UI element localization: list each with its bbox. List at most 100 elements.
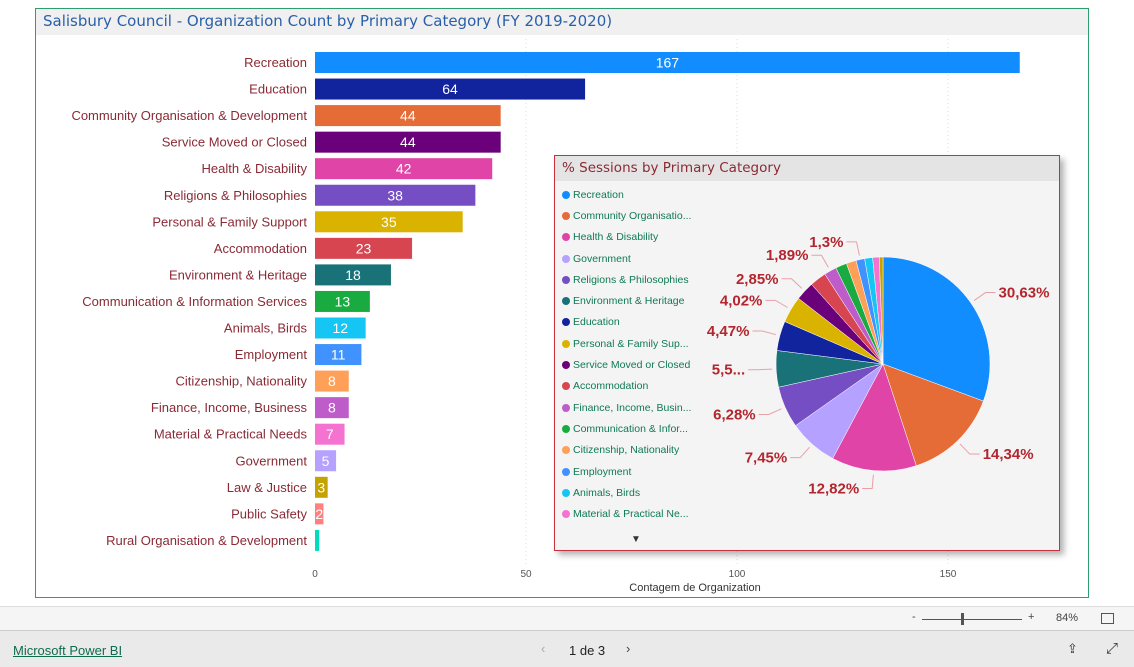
legend-dot-icon (562, 467, 570, 476)
category-label: Health & Disability (202, 161, 308, 176)
footer: Microsoft Power BI ‹ 1 de 3 › ⇪ ⤢ (0, 631, 1134, 667)
share-icon[interactable]: ⇪ (1067, 641, 1078, 657)
pie-data-label: 14,34% (983, 446, 1034, 463)
legend-item[interactable]: Employment (562, 461, 691, 482)
legend-dot-icon (562, 275, 570, 284)
pie-data-label: 7,45% (745, 450, 788, 467)
pie-data-label: 1,89% (766, 247, 809, 264)
bar-data-label: 2 (315, 506, 323, 522)
leader-line (862, 474, 874, 490)
pie-data-label: 4,02% (720, 292, 763, 309)
category-label: Employment (235, 347, 308, 362)
bar-data-label: 42 (396, 161, 412, 177)
legend-dot-icon (562, 339, 570, 348)
legend-label: Accommodation (573, 380, 649, 393)
x-tick-label: 50 (520, 569, 532, 580)
legend-dot-icon (562, 510, 570, 519)
legend-item[interactable]: Health & Disability (562, 227, 691, 248)
next-page-icon[interactable]: › (626, 641, 630, 656)
legend-dot-icon (562, 190, 570, 199)
bar-data-label: 23 (356, 240, 372, 256)
bar-data-label: 38 (387, 187, 403, 203)
legend-item[interactable]: Accommodation (562, 376, 691, 397)
legend-label: Recreation (573, 188, 624, 201)
category-label: Religions & Philosophies (164, 188, 308, 203)
bar-data-label: 11 (331, 347, 346, 363)
legend-item[interactable]: Animals, Birds (562, 482, 691, 503)
category-label: Citizenship, Nationality (175, 374, 307, 389)
legend-item[interactable]: Finance, Income, Busin... (562, 397, 691, 418)
legend-dot-icon (562, 382, 570, 391)
legend-dot-icon (562, 424, 570, 433)
leader-line (959, 443, 980, 455)
leader-line (846, 241, 860, 256)
legend-label: Material & Practical Ne... (573, 508, 689, 521)
legend-label: Service Moved or Closed (573, 359, 691, 372)
legend-label: Communication & Infor... (573, 422, 688, 435)
pie-data-label: 4,47% (707, 323, 750, 340)
fullscreen-icon[interactable]: ⤢ (1106, 640, 1118, 657)
legend-item[interactable]: Community Organisatio... (562, 205, 691, 226)
pie-data-label: 5,5... (712, 362, 745, 379)
category-label: Material & Practical Needs (154, 427, 308, 442)
legend-scroll-down-icon[interactable]: ▼ (631, 534, 641, 545)
bar-data-label: 64 (442, 81, 458, 97)
bar-data-label: 18 (345, 267, 361, 283)
x-tick-label: 100 (729, 569, 746, 580)
leader-line (748, 368, 773, 371)
legend-label: Community Organisatio... (573, 209, 692, 222)
legend-dot-icon (562, 403, 570, 412)
leader-line (781, 278, 803, 289)
legend-item[interactable]: Government (562, 248, 691, 269)
fit-to-page-icon[interactable] (1101, 613, 1114, 624)
leader-line (765, 299, 788, 308)
bar-data-label: 13 (335, 293, 351, 309)
power-bi-link[interactable]: Microsoft Power BI (13, 643, 122, 658)
category-label: Animals, Birds (224, 321, 308, 336)
zoom-slider[interactable] (922, 619, 1022, 620)
pie-data-label: 30,63% (999, 285, 1050, 302)
zoom-slider-handle[interactable] (961, 613, 964, 625)
leader-line (973, 292, 996, 301)
bar (315, 529, 320, 551)
category-label: Law & Justice (227, 480, 307, 495)
category-label: Environment & Heritage (169, 267, 307, 282)
bar-data-label: 3 (317, 479, 325, 495)
legend-label: Religions & Philosophies (573, 273, 689, 286)
legend-item[interactable]: Religions & Philosophies (562, 269, 691, 290)
legend-label: Animals, Birds (573, 486, 641, 499)
leader-line (811, 254, 829, 268)
legend-label: Education (573, 316, 620, 329)
category-label: Communication & Information Services (82, 294, 307, 309)
leader-line (790, 446, 810, 459)
legend-item[interactable]: Recreation (562, 184, 691, 205)
legend-dot-icon (562, 488, 570, 497)
legend-dot-icon (562, 318, 570, 327)
zoom-in-button[interactable]: + (1028, 611, 1034, 623)
legend-item[interactable]: Citizenship, Nationality (562, 440, 691, 461)
legend-label: Citizenship, Nationality (573, 444, 680, 457)
legend-item[interactable]: Communication & Infor... (562, 418, 691, 439)
pie-chart-card: % Sessions by Primary Category 30,63% 14,… (554, 155, 1060, 551)
legend-label: Health & Disability (573, 231, 659, 244)
category-label: Rural Organisation & Development (106, 533, 307, 548)
legend-item[interactable]: Material & Practical Ne... (562, 503, 691, 524)
category-label: Government (235, 453, 307, 468)
bar-data-label: 44 (400, 134, 416, 150)
bar-data-label: 5 (322, 453, 330, 469)
category-label: Personal & Family Support (152, 214, 307, 229)
x-axis-label: Contagem de Organization (629, 582, 760, 594)
category-label: Finance, Income, Business (151, 400, 308, 415)
legend-item[interactable]: Education (562, 312, 691, 333)
legend-item[interactable]: Personal & Family Sup... (562, 333, 691, 354)
category-label: Education (249, 82, 307, 97)
leader-line (758, 408, 782, 416)
legend-item[interactable]: Service Moved or Closed (562, 354, 691, 375)
previous-page-icon[interactable]: ‹ (541, 641, 545, 656)
category-label: Accommodation (214, 241, 307, 256)
legend-item[interactable]: Environment & Heritage (562, 290, 691, 311)
zoom-out-button[interactable]: - (912, 611, 916, 623)
category-label: Public Safety (231, 506, 307, 521)
legend-label: Personal & Family Sup... (573, 337, 689, 350)
bar-data-label: 12 (333, 320, 349, 336)
